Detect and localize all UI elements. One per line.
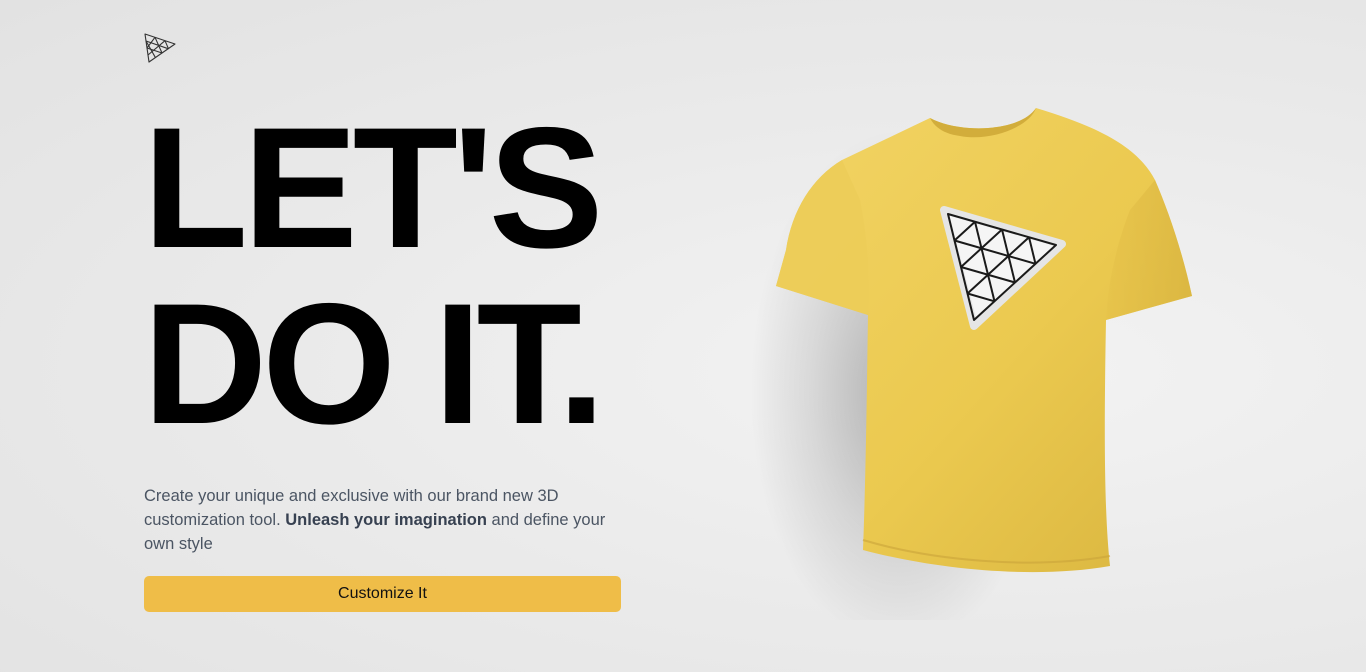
intro-text-bold: Unleash your imagination — [285, 511, 487, 529]
hero-title: LET'S DO IT. — [143, 92, 605, 460]
tshirt-3d-canvas[interactable] — [730, 90, 1230, 620]
hero-title-line-1: LET'S — [143, 92, 603, 284]
customize-button[interactable]: Customize It — [144, 576, 621, 612]
logo-icon[interactable] — [143, 32, 177, 64]
intro-description: Create your unique and exclusive with ou… — [144, 484, 614, 556]
hero-title-line-2: DO IT. — [143, 268, 605, 460]
